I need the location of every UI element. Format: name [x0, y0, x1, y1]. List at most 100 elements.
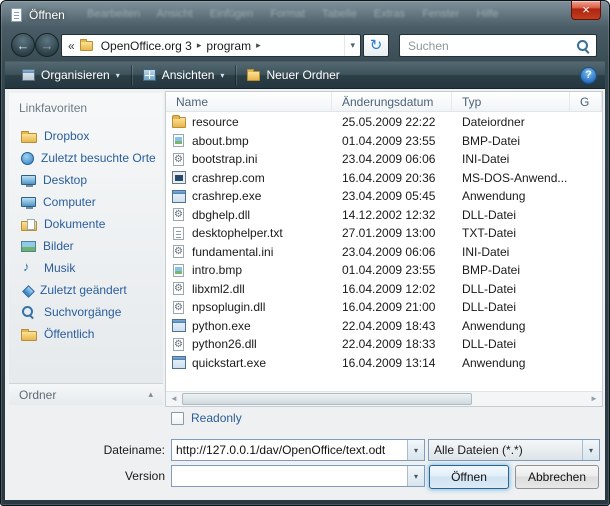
chevron-down-icon[interactable]: ▾ [407, 440, 424, 460]
scroll-right-arrow[interactable]: ► [586, 392, 602, 406]
views-button[interactable]: Ansichten ▾ [134, 64, 234, 86]
file-row[interactable]: bootstrap.ini 23.04.2009 06:06 INI-Datei [166, 150, 602, 169]
file-row[interactable]: intro.bmp 01.04.2009 23:55 BMP-Datei [166, 261, 602, 280]
file-row[interactable]: crashrep.exe 23.04.2009 05:45 Anwendung [166, 187, 602, 206]
refresh-button[interactable]: ↻ [363, 34, 389, 57]
column-header-type[interactable]: Typ [452, 92, 570, 111]
dll-file-icon [173, 208, 184, 221]
breadcrumb[interactable]: « OpenOffice.org 3 ▸ program ▸ ▾ [61, 34, 361, 57]
close-button[interactable]: × [571, 1, 601, 20]
public-folder-icon [21, 331, 37, 341]
filetype-select[interactable]: Alle Dateien (*.*) ▾ [428, 439, 600, 461]
breadcrumb-item-program[interactable]: program [203, 39, 254, 53]
breadcrumb-overflow-chevron[interactable]: « [62, 39, 80, 53]
file-row[interactable]: python26.dll 22.04.2009 18:33 DLL-Datei [166, 335, 602, 354]
sidebar-item-music[interactable]: Musik [9, 257, 163, 279]
breadcrumb-item-openoffice[interactable]: OpenOffice.org 3 [98, 39, 195, 53]
version-select[interactable]: ▾ [171, 465, 425, 487]
music-icon [21, 261, 37, 275]
titlebar[interactable]: Bearbeiten Ansicht Einfügen Format Tabel… [1, 1, 609, 29]
dialog-icon [11, 8, 22, 22]
file-row[interactable]: quickstart.exe 16.04.2009 13:14 Anwendun… [166, 354, 602, 373]
navigation-pane: Linkfavoriten Dropbox Zuletzt besuchte O… [9, 93, 163, 405]
scrollbar-track[interactable] [472, 392, 586, 406]
chevron-down-icon[interactable]: ▾ [344, 35, 360, 56]
folders-expander[interactable]: Ordner ▴ [9, 383, 163, 405]
file-row[interactable]: resource 25.05.2009 22:22 Dateiordner [166, 113, 602, 132]
filetype-value: Alle Dateien (*.*) [429, 443, 582, 457]
horizontal-scrollbar[interactable]: ◄ ► [166, 391, 602, 406]
sidebar-item-searches[interactable]: Suchvorgänge [9, 301, 163, 323]
file-row[interactable]: libxml2.dll 16.04.2009 12:02 DLL-Datei [166, 280, 602, 299]
bottom-pane: Readonly Dateiname: ▾ Alle Dateien (*.*)… [5, 405, 605, 500]
filename-input[interactable] [172, 442, 407, 458]
desktop-icon [21, 175, 36, 185]
folder-icon [21, 133, 37, 143]
application-icon [172, 356, 186, 369]
column-header-size[interactable]: G [570, 92, 602, 111]
ini-file-icon [173, 153, 184, 166]
organize-icon [22, 69, 35, 81]
file-row[interactable]: desktophelper.txt 27.01.2009 13:00 TXT-D… [166, 224, 602, 243]
file-row[interactable]: fundamental.ini 23.04.2009 06:06 INI-Dat… [166, 243, 602, 262]
background-window-menu: Bearbeiten Ansicht Einfügen Format Tabel… [87, 8, 517, 20]
file-row[interactable]: dbghelp.dll 14.12.2002 12:32 DLL-Datei [166, 206, 602, 225]
new-folder-icon [247, 71, 260, 81]
readonly-checkbox[interactable] [171, 412, 184, 425]
readonly-label[interactable]: Readonly [191, 411, 242, 425]
computer-icon [21, 197, 36, 207]
folders-label: Ordner [19, 388, 56, 402]
chevron-down-icon: ▾ [220, 71, 224, 80]
new-folder-button[interactable]: Neuer Ordner [238, 64, 348, 86]
organize-button[interactable]: Organisieren ▾ [13, 64, 129, 86]
window-title: Öffnen [29, 8, 65, 22]
scrollbar-thumb[interactable] [182, 393, 472, 405]
chevron-down-icon: ▾ [116, 71, 120, 80]
chevron-down-icon[interactable]: ▾ [582, 440, 599, 460]
filename-combobox: ▾ [171, 439, 425, 461]
file-row[interactable]: npsoplugin.dll 16.04.2009 21:00 DLL-Date… [166, 298, 602, 317]
chevron-up-icon: ▴ [148, 389, 153, 400]
organize-label: Organisieren [41, 68, 110, 82]
file-row[interactable]: python.exe 22.04.2009 18:43 Anwendung [166, 317, 602, 336]
sidebar-item-pictures[interactable]: Bilder [9, 235, 163, 257]
dll-file-icon [173, 338, 184, 351]
sidebar-item-desktop[interactable]: Desktop [9, 169, 163, 191]
sidebar-item-recently-changed[interactable]: Zuletzt geändert [9, 279, 163, 301]
search-icon[interactable] [576, 39, 590, 53]
forward-arrow-icon: → [41, 38, 54, 53]
recent-places-icon [21, 152, 34, 165]
cancel-button[interactable]: Abbrechen [515, 465, 599, 489]
help-button[interactable]: ? [580, 67, 597, 84]
forward-button[interactable]: → [35, 33, 59, 57]
sidebar-item-documents[interactable]: Dokumente [9, 213, 163, 235]
back-button[interactable]: ← [11, 33, 35, 57]
sidebar-item-dropbox[interactable]: Dropbox [9, 125, 163, 147]
search-input[interactable] [406, 38, 576, 54]
sidebar-item-recent-places[interactable]: Zuletzt besuchte Orte [9, 147, 163, 169]
file-row[interactable]: crashrep.com 16.04.2009 20:36 MS-DOS-Anw… [166, 169, 602, 188]
scroll-left-arrow[interactable]: ◄ [166, 392, 182, 406]
open-file-dialog: Bearbeiten Ansicht Einfügen Format Tabel… [0, 0, 610, 506]
toolbar-separator [131, 65, 132, 85]
dll-file-icon [173, 301, 184, 314]
file-row[interactable]: about.bmp 01.04.2009 23:55 BMP-Datei [166, 132, 602, 151]
sidebar-item-computer[interactable]: Computer [9, 191, 163, 213]
version-label: Version [5, 469, 165, 483]
bmp-file-icon [173, 134, 184, 147]
sidebar-item-public[interactable]: Öffentlich [9, 323, 163, 345]
chevron-down-icon[interactable]: ▾ [407, 466, 424, 486]
column-header-date[interactable]: Änderungsdatum [332, 92, 452, 111]
search-box [399, 34, 597, 57]
searches-icon [21, 305, 37, 319]
filename-label: Dateiname: [5, 443, 165, 457]
toolbar-separator [235, 65, 236, 85]
bmp-file-icon [173, 264, 184, 277]
msdos-application-icon [172, 171, 186, 184]
dll-file-icon [173, 282, 184, 295]
open-button[interactable]: Öffnen [429, 465, 509, 489]
back-arrow-icon: ← [17, 38, 30, 53]
chevron-right-icon: ▸ [195, 40, 204, 51]
column-header-name[interactable]: Name [166, 92, 332, 111]
recently-changed-icon [22, 285, 35, 298]
